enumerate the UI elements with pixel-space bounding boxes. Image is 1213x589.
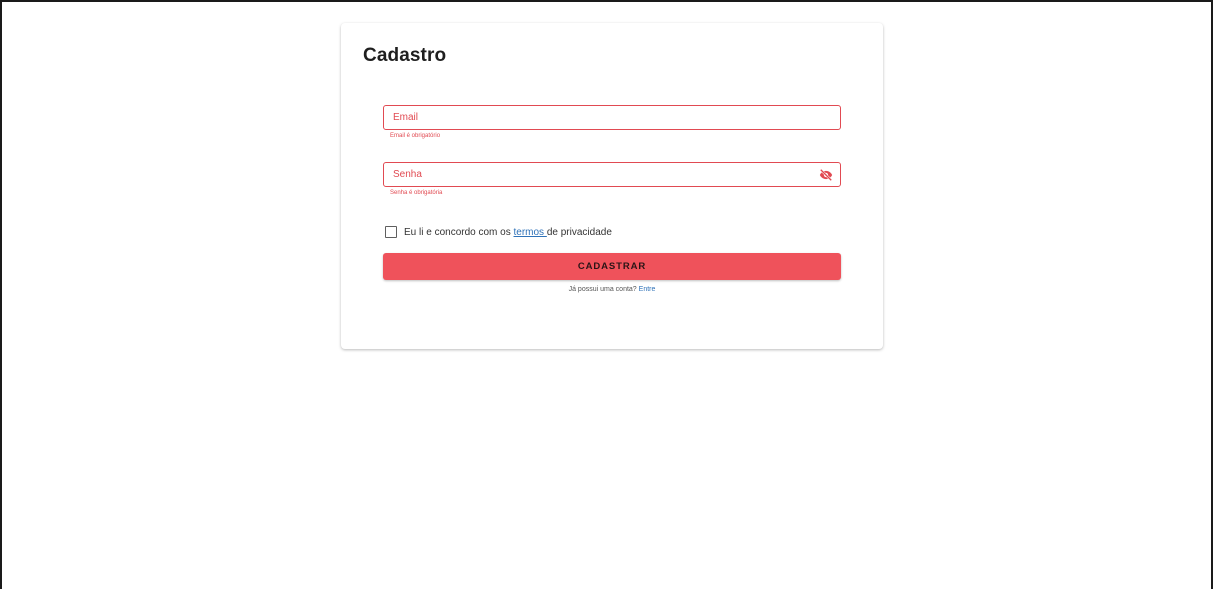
terms-link[interactable]: termos (514, 227, 547, 238)
eye-off-icon[interactable] (819, 168, 833, 182)
login-link[interactable]: Entre (639, 286, 656, 293)
terms-text-before: Eu li e concordo com os (404, 226, 514, 238)
login-prompt: Já possui uma conta? Entre (383, 286, 841, 293)
password-error-text: Senha é obrigatória (390, 190, 443, 196)
signup-card: Cadastro Email Email é obrigatório Senha… (341, 23, 883, 349)
terms-text-after: de privacidade (546, 226, 612, 238)
page-title: Cadastro (363, 45, 447, 66)
terms-row: Eu li e concordo com os termos de privac… (385, 225, 612, 239)
email-input[interactable] (384, 106, 840, 129)
page-viewport: Cadastro Email Email é obrigatório Senha… (0, 0, 1213, 589)
email-error-text: Email é obrigatório (390, 133, 441, 139)
password-input[interactable] (384, 163, 840, 186)
signup-button[interactable]: CADASTRAR (383, 253, 841, 280)
password-field[interactable]: Senha (383, 162, 841, 187)
email-field[interactable]: Email (383, 105, 841, 130)
login-prompt-text: Já possui uma conta? (568, 286, 637, 293)
terms-checkbox[interactable] (385, 226, 397, 238)
